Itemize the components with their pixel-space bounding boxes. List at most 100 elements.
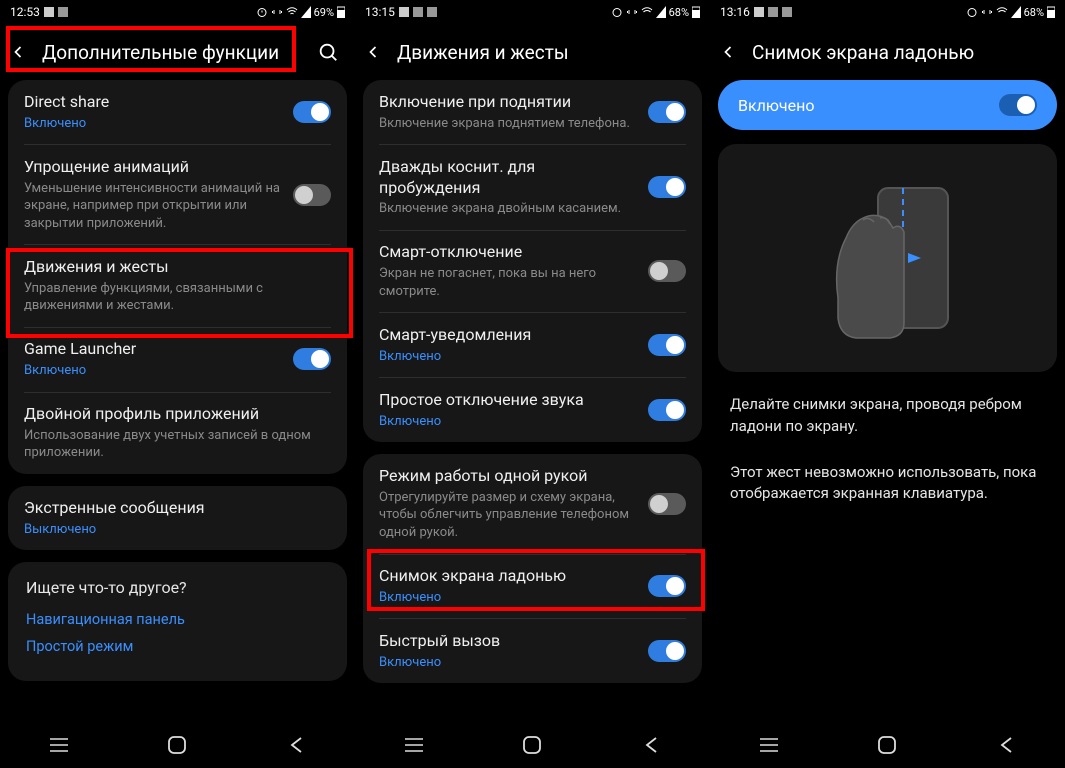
battery-text: 69% — [314, 6, 334, 19]
back-button[interactable] — [8, 42, 28, 62]
row-sub: Выключено — [24, 521, 321, 539]
search-button[interactable] — [317, 41, 339, 63]
alarm-icon — [966, 6, 978, 18]
row-palm-swipe[interactable]: Снимок экрана ладонью Включено — [363, 554, 702, 618]
row-direct-share[interactable]: Direct share Включено — [8, 80, 347, 144]
row-title: Упрощение анимаций — [24, 157, 283, 178]
nav-bar — [355, 722, 710, 768]
toggle-game-launcher[interactable] — [293, 348, 331, 370]
vibrate-icon — [626, 6, 638, 18]
toggle-smart-stay[interactable] — [648, 260, 686, 282]
palm-swipe-illustration-icon — [808, 168, 968, 348]
row-game-launcher[interactable]: Game Launcher Включено — [8, 327, 347, 391]
nav-bar — [710, 722, 1065, 768]
app-icon — [768, 7, 778, 17]
row-one-handed[interactable]: Режим работы одной рукой Отрегулируйте р… — [363, 454, 702, 553]
illustration — [718, 144, 1057, 372]
clock: 12:53 — [10, 5, 40, 19]
wifi-icon — [641, 6, 653, 18]
chevron-left-icon — [718, 42, 738, 62]
nav-back[interactable] — [283, 732, 309, 758]
row-title: Движения и жесты — [24, 257, 321, 278]
row-direct-call[interactable]: Быстрый вызов Включено — [363, 619, 702, 683]
description-1: Делайте снимки экрана, проводя ребром ла… — [718, 394, 1057, 438]
row-dual-messenger[interactable]: Двойной профиль приложений Использование… — [8, 392, 347, 474]
status-bar: 13:15 68% — [355, 0, 710, 24]
row-reduce-animations[interactable]: Упрощение анимаций Уменьшение интенсивно… — [8, 145, 347, 244]
nav-recents[interactable] — [756, 732, 782, 758]
row-smart-stay[interactable]: Смарт-отключение Экран не погаснет, пока… — [363, 230, 702, 312]
row-lift-to-wake[interactable]: Включение при поднятии Включение экрана … — [363, 80, 702, 144]
content: Включено Делайте снимки экрана, проводя … — [710, 80, 1065, 722]
toggle-lift-to-wake[interactable] — [648, 101, 686, 123]
link-nav-bar[interactable]: Навигационная панель — [26, 611, 329, 628]
nav-back[interactable] — [638, 732, 664, 758]
link-easy-mode[interactable]: Простой режим — [26, 638, 329, 655]
toggle-master[interactable] — [999, 94, 1037, 116]
status-bar: 13:16 68% — [710, 0, 1065, 24]
content: Включение при поднятии Включение экрана … — [355, 80, 710, 722]
row-title: Экстренные сообщения — [24, 498, 321, 519]
page-title: Дополнительные функции — [42, 41, 303, 64]
row-sub: Использование двух учетных записей в одн… — [24, 427, 321, 462]
description-2: Этот жест невозможно использовать, пока … — [718, 462, 1057, 506]
toggle-direct-call[interactable] — [648, 640, 686, 662]
toggle-easy-mute[interactable] — [648, 399, 686, 421]
content: Direct share Включено Упрощение анимаций… — [0, 80, 355, 722]
toggle-smart-alert[interactable] — [648, 334, 686, 356]
app-icon — [754, 7, 764, 17]
row-sub: Включено — [24, 115, 283, 133]
row-sub: Управление функциями, связанными с движе… — [24, 280, 321, 315]
battery-icon — [1047, 6, 1055, 18]
wifi-icon — [286, 6, 298, 18]
row-motions-gestures[interactable]: Движения и жесты Управление функциями, с… — [8, 245, 347, 327]
app-icon — [58, 7, 68, 17]
app-icon — [413, 7, 423, 17]
nav-recents[interactable] — [46, 732, 72, 758]
signal-icon — [1011, 6, 1021, 18]
more-card: Ищете что-то другое? Навигационная панел… — [8, 562, 347, 681]
row-smart-alert[interactable]: Смарт-уведомления Включено — [363, 313, 702, 377]
phone-screen-1: 12:53 69% Дополнительные функции Direct … — [0, 0, 355, 768]
row-sub: Включение экрана двойным касанием. — [379, 200, 638, 218]
battery-icon — [337, 6, 345, 18]
row-sub: Уменьшение интенсивности анимаций на экр… — [24, 180, 283, 233]
row-easy-mute[interactable]: Простое отключение звука Включено — [363, 378, 702, 442]
app-icon — [782, 7, 792, 17]
chevron-left-icon — [8, 42, 28, 62]
nav-home[interactable] — [519, 732, 545, 758]
nav-recents[interactable] — [401, 732, 427, 758]
app-icon — [399, 7, 409, 17]
alarm-icon — [256, 6, 268, 18]
row-double-tap-wake[interactable]: Дважды коснит. для пробуждения Включение… — [363, 145, 702, 230]
back-button[interactable] — [718, 42, 738, 62]
nav-home[interactable] — [874, 732, 900, 758]
row-title: Быстрый вызов — [379, 631, 638, 652]
back-button[interactable] — [363, 42, 383, 62]
battery-text: 68% — [669, 6, 689, 19]
alarm-icon — [611, 6, 623, 18]
settings-card: Direct share Включено Упрощение анимаций… — [8, 80, 347, 474]
vibrate-icon — [981, 6, 993, 18]
toggle-double-tap-wake[interactable] — [648, 176, 686, 198]
row-sub: Экран не погаснет, пока вы на него смотр… — [379, 265, 638, 300]
row-title: Режим работы одной рукой — [379, 466, 638, 487]
toggle-direct-share[interactable] — [293, 101, 331, 123]
row-sos-messages[interactable]: Экстренные сообщения Выключено — [8, 486, 347, 550]
toggle-one-handed[interactable] — [648, 493, 686, 515]
status-bar: 12:53 69% — [0, 0, 355, 24]
vibrate-icon — [271, 6, 283, 18]
row-title: Простое отключение звука — [379, 390, 638, 411]
row-sub: Включено — [379, 413, 638, 431]
banner-label: Включено — [738, 96, 999, 115]
phone-screen-2: 13:15 68% Движения и жесты Включение при… — [355, 0, 710, 768]
toggle-reduce-animations[interactable] — [293, 184, 331, 206]
row-sub: Включено — [24, 362, 283, 380]
more-question: Ищете что-то другое? — [26, 578, 329, 597]
nav-home[interactable] — [164, 732, 190, 758]
row-title: Game Launcher — [24, 339, 283, 360]
app-icon — [427, 7, 437, 17]
master-toggle-banner[interactable]: Включено — [718, 80, 1057, 130]
nav-back[interactable] — [993, 732, 1019, 758]
toggle-palm-swipe[interactable] — [648, 575, 686, 597]
